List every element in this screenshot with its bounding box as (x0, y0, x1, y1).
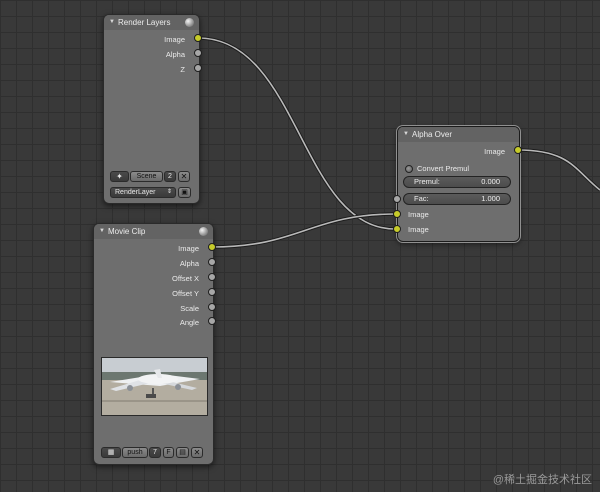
link-alphaover-output (517, 148, 600, 192)
watermark: @稀土掘金技术社区 (492, 474, 592, 486)
output-label-offset-y: Offset Y (172, 289, 199, 298)
premul-value: 0.000 (481, 177, 500, 186)
scene-field[interactable]: Scene (130, 171, 163, 182)
clip-browse-button[interactable]: ▦ (101, 447, 121, 458)
output-label-alpha: Alpha (165, 50, 185, 59)
preview-sphere-icon[interactable] (185, 18, 194, 27)
camera-icon: ▣ (181, 189, 188, 196)
alpha-over-node[interactable]: ▼ Alpha Over Image Convert Premul Premul… (397, 126, 520, 242)
input-label-image-2: Image (408, 225, 429, 234)
socket-alpha-over-fac[interactable] (393, 195, 401, 203)
output-label-offset-x: Offset X (172, 274, 199, 283)
socket-render-layers-z[interactable] (194, 64, 202, 72)
link-movieclip-image-inner (211, 213, 397, 248)
link-alphaover-output-inner (517, 149, 600, 191)
unlink-scene-button[interactable]: ✕ (178, 171, 190, 182)
clip-users-count[interactable]: 7 (149, 447, 161, 458)
output-label-image: Image (484, 147, 505, 156)
socket-movie-clip-scale[interactable] (208, 303, 216, 311)
movie-clip-node[interactable]: ▼ Movie Clip Image Alpha Offset X Offset… (93, 223, 214, 465)
socket-alpha-over-input-image-2[interactable] (393, 225, 401, 233)
node-title: Render Layers (118, 18, 171, 27)
premul-slider[interactable]: Premul: 0.000 (403, 176, 511, 188)
output-label-angle: Angle (179, 318, 199, 327)
unlink-clip-button[interactable]: ✕ (191, 447, 203, 458)
fac-slider[interactable]: Fac: 1.000 (403, 193, 511, 205)
node-links (197, 36, 600, 249)
socket-render-layers-alpha[interactable] (194, 49, 202, 57)
output-label-z: Z (180, 65, 185, 74)
socket-movie-clip-image[interactable] (208, 243, 216, 251)
premul-label: Premul: (414, 177, 440, 186)
convert-premul-label: Convert Premul (417, 164, 470, 173)
fake-user-button[interactable]: F (163, 447, 174, 458)
clip-preview-image (101, 357, 208, 416)
socket-movie-clip-offset-y[interactable] (208, 288, 216, 296)
fac-value: 1.000 (481, 194, 500, 203)
scene-users-count[interactable]: 2 (164, 171, 176, 182)
collapse-triangle-icon[interactable]: ▼ (403, 127, 409, 142)
scene-browse-button[interactable]: ✦ (110, 171, 129, 182)
fac-label: Fac: (414, 194, 429, 203)
socket-render-layers-image[interactable] (194, 34, 202, 42)
output-label-image: Image (178, 244, 199, 253)
close-icon: ✕ (193, 448, 201, 457)
convert-premul-checkbox[interactable] (405, 165, 413, 173)
render-layer-select[interactable]: RenderLayer ⇕ (110, 187, 176, 198)
socket-alpha-over-input-image-1[interactable] (393, 210, 401, 218)
node-title: Movie Clip (108, 227, 146, 236)
node-title: Alpha Over (412, 130, 453, 139)
render-layers-node[interactable]: ▼ Render Layers Image Alpha Z ✦ Scene 2 … (103, 14, 200, 204)
render-layer-value: RenderLayer (115, 189, 156, 196)
movie-clip-icon: ▦ (107, 449, 115, 456)
movie-clip-header[interactable]: ▼ Movie Clip (94, 224, 213, 239)
output-label-scale: Scale (180, 304, 199, 313)
collapse-triangle-icon[interactable]: ▼ (109, 15, 115, 30)
render-button[interactable]: ▣ (178, 187, 191, 198)
socket-movie-clip-offset-x[interactable] (208, 273, 216, 281)
close-icon: ✕ (180, 172, 188, 181)
link-renderlayer-image-inner (197, 37, 397, 230)
link-movieclip-image (211, 212, 397, 249)
input-label-image-1: Image (408, 210, 429, 219)
dropdown-arrows-icon: ⇕ (166, 189, 172, 195)
link-renderlayer-image (197, 36, 397, 231)
scene-icon: ✦ (116, 172, 123, 181)
airplane-image (102, 358, 207, 415)
output-label-alpha: Alpha (179, 259, 199, 268)
open-clip-button[interactable]: ▤ (176, 447, 189, 458)
render-layers-header[interactable]: ▼ Render Layers (104, 15, 199, 30)
socket-alpha-over-output-image[interactable] (514, 146, 522, 154)
socket-movie-clip-alpha[interactable] (208, 258, 216, 266)
output-label-image: Image (164, 35, 185, 44)
collapse-triangle-icon[interactable]: ▼ (99, 224, 105, 239)
clip-name-field[interactable]: push (122, 447, 148, 458)
preview-sphere-icon[interactable] (199, 227, 208, 236)
alpha-over-header[interactable]: ▼ Alpha Over (398, 127, 519, 142)
socket-movie-clip-angle[interactable] (208, 317, 216, 325)
folder-icon: ▤ (179, 449, 186, 456)
